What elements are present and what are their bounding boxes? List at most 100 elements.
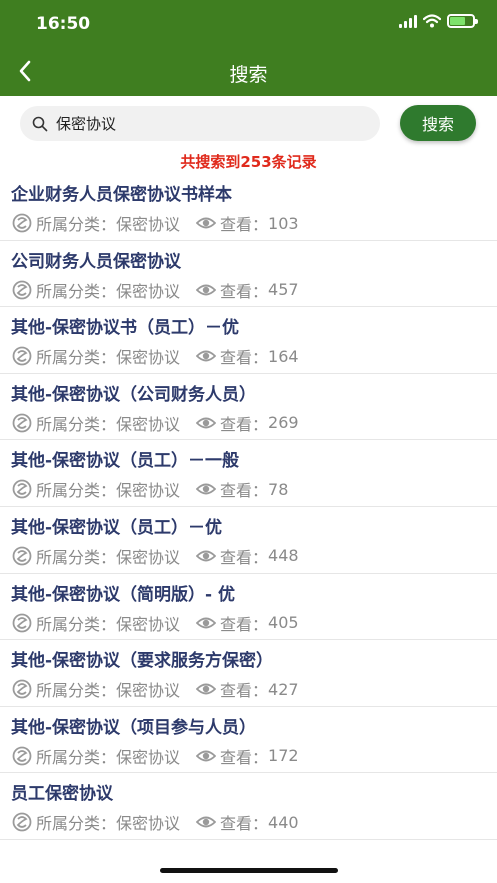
item-category: 所属分类： 保密协议 [12, 411, 180, 435]
item-title: 员工保密协议 [11, 784, 113, 805]
eye-icon [196, 417, 217, 429]
category-label: 所属分类： [36, 348, 117, 368]
item-title: 其他-保密协议（简明版）- 优 [11, 584, 236, 605]
search-bar: 搜索 [0, 104, 497, 144]
item-category: 所属分类： 保密协议 [12, 344, 180, 368]
status-icons [399, 14, 478, 28]
views-value: 269 [268, 413, 299, 433]
eye-icon [196, 750, 217, 762]
category-value: 保密协议 [116, 747, 181, 767]
list-item[interactable]: 其他-保密协议（简明版）- 优所属分类： 保密协议 查看： 405 [0, 574, 497, 641]
wifi-icon [423, 14, 441, 28]
status-time: 16:50 [36, 14, 91, 34]
views-value: 440 [268, 812, 299, 832]
views-value: 172 [268, 746, 299, 766]
category-icon [12, 413, 32, 433]
category-icon [12, 546, 32, 566]
category-icon [12, 213, 32, 233]
list-item[interactable]: 其他-保密协议书（员工）－优 所属分类： 保密协议 查看： 164 [0, 307, 497, 374]
item-meta: 所属分类： 保密协议 查看： 405 [12, 611, 299, 635]
search-input[interactable] [56, 114, 356, 133]
category-value: 保密协议 [116, 614, 181, 634]
eye-icon [196, 350, 217, 362]
category-value: 保密协议 [116, 414, 181, 434]
item-views: 查看： 457 [196, 278, 299, 302]
eye-icon [196, 617, 217, 628]
views-value: 448 [268, 546, 299, 566]
category-value: 保密协议 [116, 547, 181, 567]
views-label: 查看： [220, 681, 269, 701]
item-meta: 所属分类： 保密协议 查看： 457 [12, 278, 299, 302]
views-label: 查看： [220, 747, 269, 767]
category-label: 所属分类： [36, 747, 117, 767]
views-value: 427 [268, 679, 299, 699]
item-views: 查看： 405 [196, 611, 299, 635]
item-category: 所属分类： 保密协议 [12, 611, 180, 635]
eye-icon [196, 217, 217, 229]
category-icon [12, 613, 32, 632]
category-icon [12, 746, 32, 766]
result-list: 企业财务人员保密协议书样本 所属分类： 保密协议 查看： 103 公司财务人员保密协议 所属… [0, 174, 497, 840]
result-count: 共搜索到253条记录 [180, 153, 317, 171]
list-item[interactable]: 公司财务人员保密协议 所属分类： 保密协议 查看： 457 [0, 241, 497, 308]
views-value: 457 [268, 280, 299, 300]
item-views: 查看： 269 [196, 411, 299, 435]
item-title: 企业财务人员保密协议书样本 [11, 185, 232, 205]
list-item[interactable]: 员工保密协议所属分类： 保密协议 查看： 440 [0, 773, 497, 840]
item-category: 所属分类： 保密协议 [12, 677, 180, 701]
views-label: 查看： [220, 614, 269, 634]
item-meta: 所属分类： 保密协议 查看： 78 [12, 477, 288, 501]
list-item[interactable]: 其他-保密协议（项目参与人员） 所属分类： 保密协议 查看： 172 [0, 707, 497, 774]
item-category: 所属分类： 保密协议 [12, 544, 180, 568]
search-button[interactable]: 搜索 [400, 105, 476, 141]
eye-icon [196, 816, 217, 828]
item-meta: 所属分类： 保密协议 查看： 427 [12, 677, 299, 701]
item-views: 查看： 440 [196, 810, 299, 834]
item-views: 查看： 448 [196, 544, 299, 568]
views-value: 164 [268, 346, 299, 366]
eye-icon [196, 683, 217, 695]
item-title: 其他-保密协议（要求服务方保密） [11, 651, 274, 672]
item-title: 其他-保密协议（公司财务人员） [11, 384, 257, 405]
item-title: 公司财务人员保密协议 [11, 251, 181, 272]
category-value: 保密协议 [116, 481, 181, 501]
views-value: 405 [268, 613, 299, 633]
item-views: 查看： 103 [196, 211, 299, 235]
views-value: 103 [268, 213, 299, 233]
category-value: 保密协议 [116, 348, 181, 368]
item-meta: 所属分类： 保密协议 查看： 269 [12, 411, 299, 435]
category-label: 所属分类： [36, 215, 117, 234]
item-title: 其他-保密协议书（员工）－优 [11, 318, 240, 339]
category-label: 所属分类： [36, 281, 117, 301]
list-item[interactable]: 企业财务人员保密协议书样本 所属分类： 保密协议 查看： 103 [0, 174, 497, 241]
item-meta: 所属分类： 保密协议 查看： 440 [12, 810, 299, 834]
item-meta: 所属分类： 保密协议 查看： 448 [12, 544, 299, 568]
item-category: 所属分类： 保密协议 [12, 744, 180, 768]
search-icon [32, 116, 48, 131]
views-label: 查看： [220, 547, 269, 567]
category-icon [12, 479, 32, 499]
list-item[interactable]: 其他-保密协议（要求服务方保密） 所属分类： 保密协议 查看： 427 [0, 640, 497, 707]
list-item[interactable]: 其他-保密协议（公司财务人员） 所属分类： 保密协议 查看： 269 [0, 374, 497, 441]
views-label: 查看： [220, 281, 269, 301]
category-label: 所属分类： [36, 414, 117, 434]
views-label: 查看： [220, 348, 269, 368]
item-category: 所属分类： 保密协议 [12, 477, 180, 501]
category-value: 保密协议 [116, 681, 181, 701]
category-value: 保密协议 [116, 281, 181, 301]
search-field[interactable] [20, 106, 380, 141]
battery-icon [447, 14, 478, 28]
category-value: 保密协议 [116, 215, 181, 234]
category-value: 保密协议 [116, 814, 181, 834]
category-label: 所属分类： [36, 814, 117, 834]
item-title: 其他-保密协议（员工）－一般 [11, 451, 240, 472]
eye-icon [196, 483, 217, 495]
views-value: 78 [268, 479, 289, 499]
list-item[interactable]: 其他-保密协议（员工）－优 所属分类： 保密协议 查看： 448 [0, 507, 497, 574]
views-label: 查看： [220, 215, 269, 234]
signal-icon [399, 14, 417, 28]
item-meta: 所属分类： 保密协议 查看： 103 [12, 211, 299, 235]
item-views: 查看： 172 [196, 744, 299, 768]
list-item[interactable]: 其他-保密协议（员工）－一般所属分类： 保密协议 查看： 78 [0, 440, 497, 507]
home-indicator [160, 868, 338, 873]
